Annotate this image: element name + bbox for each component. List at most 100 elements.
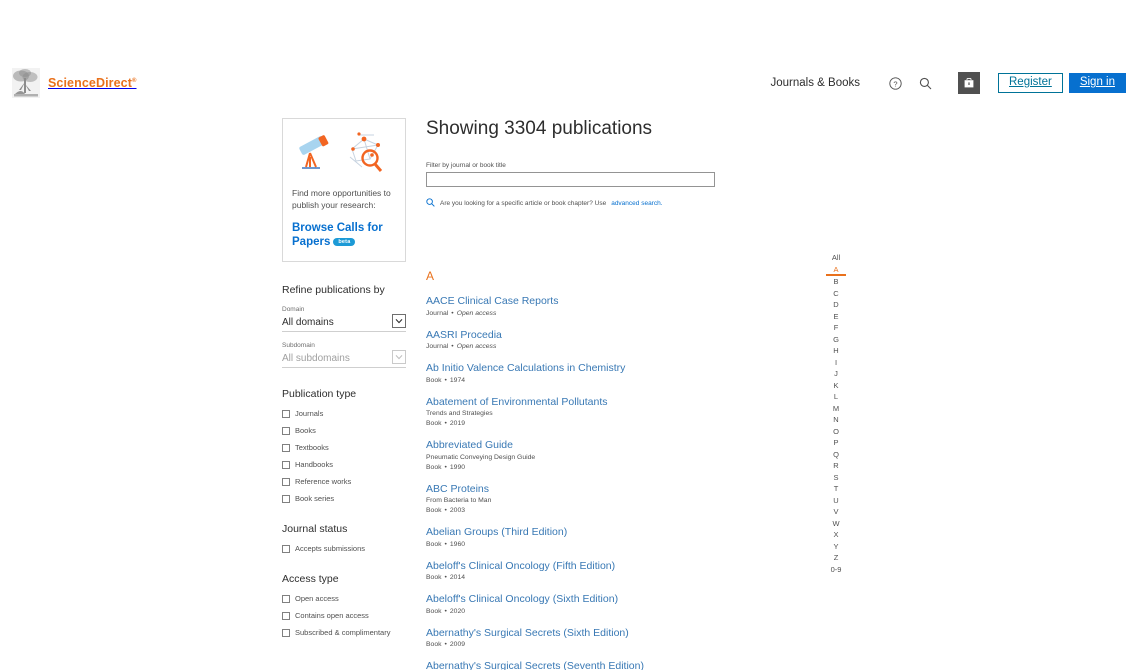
sciencedirect-logo[interactable]: ScienceDirect® [12,68,137,98]
help-circle-icon[interactable]: ? [884,72,906,94]
alpha-index-0-9[interactable]: 0-9 [826,564,846,576]
site-header: ScienceDirect® Journals & Books ? Regist… [0,0,1140,110]
advanced-search-link[interactable]: advanced search. [611,200,662,207]
advanced-search-hint: Are you looking for a specific article o… [426,194,826,212]
checkbox-box[interactable] [282,477,290,486]
alpha-index-b[interactable]: B [826,276,846,288]
checkbox-accepts-submissions[interactable]: Accepts submissions [282,544,406,553]
publication-list: AACE Clinical Case Reports Journal • Open … [426,295,826,670]
alpha-index-e[interactable]: E [826,311,846,323]
publication-meta: Book • 2003 [426,507,466,515]
filter-input[interactable] [426,172,715,187]
refine-publications-heading: Refine publications by [282,284,385,297]
publication-meta: Book • 1990 [426,463,466,471]
checkbox-box[interactable] [282,611,290,620]
checkbox-books[interactable]: Books [282,426,406,435]
publication-title-link[interactable]: ABC Proteins [426,483,826,496]
chevron-down-icon [392,314,406,329]
checkbox-box[interactable] [282,628,290,637]
alpha-index-w[interactable]: W [826,518,846,530]
alpha-index-l[interactable]: L [826,391,846,403]
alpha-index-q[interactable]: Q [826,449,846,461]
alpha-index-n[interactable]: N [826,414,846,426]
sign-in-button[interactable]: Sign in [1068,73,1126,93]
alpha-index-k[interactable]: K [826,380,846,392]
alpha-index-g[interactable]: G [826,334,846,346]
checkbox-label: Textbooks [295,443,329,453]
subdomain-select[interactable]: All subdomains [282,350,406,369]
publication-title-link[interactable]: Abelian Groups (Third Edition) [426,526,826,539]
checkbox-open-access[interactable]: Open access [282,594,406,603]
calls-for-papers-promo-card: Find more opportunities to publish your … [282,118,406,263]
publication-title-link[interactable]: Abernathy's Surgical Secrets (Seventh Ed… [426,660,826,670]
publication-meta: Journal • Open access [426,343,497,351]
checkbox-book-series[interactable]: Book series [282,494,406,503]
alpha-index-f[interactable]: F [826,322,846,334]
alpha-index-o[interactable]: O [826,426,846,438]
checkbox-journals[interactable]: Journals [282,409,406,418]
checkbox-label: Books [295,426,316,436]
checkbox-box[interactable] [282,460,290,469]
list-item: ABC Proteins From Bacteria to Man Book • 2… [426,483,826,514]
domain-select[interactable]: All domains [282,314,406,333]
briefcase-icon[interactable] [958,72,980,94]
checkbox-subscribed-complimentary[interactable]: Subscribed & complimentary [282,628,406,637]
checkbox-box[interactable] [282,409,290,418]
alpha-index-i[interactable]: I [826,357,846,369]
alpha-index-m[interactable]: M [826,403,846,415]
checkbox-label: Open access [295,594,339,604]
alpha-index-v[interactable]: V [826,506,846,518]
beta-badge: beta [333,237,356,247]
list-item: Ab Initio Valence Calculations in Chemis… [426,362,826,384]
subdomain-selected-value: All subdomains [282,353,350,365]
register-button[interactable]: Register [998,73,1063,93]
checkbox-label: Journals [295,409,324,419]
alpha-index-all[interactable]: All [826,252,846,264]
svg-text:?: ? [893,79,897,88]
filter-input-label: Filter by journal or book title [426,162,506,169]
alpha-index-z[interactable]: Z [826,552,846,564]
search-icon[interactable] [914,72,936,94]
publication-title-link[interactable]: Abeloff's Clinical Oncology (Sixth Editi… [426,593,826,606]
checkbox-handbooks[interactable]: Handbooks [282,460,406,469]
checkbox-box[interactable] [282,594,290,603]
nav-journals-and-books[interactable]: Journals & Books [771,77,861,89]
alpha-index-x[interactable]: X [826,529,846,541]
header-actions: Journals & Books ? Register Sign in [771,72,1126,94]
publication-title-link[interactable]: AACE Clinical Case Reports [426,295,826,308]
publication-title-link[interactable]: Abeloff's Clinical Oncology (Fifth Editi… [426,560,826,573]
alpha-index-r[interactable]: R [826,460,846,472]
publication-title-link[interactable]: Ab Initio Valence Calculations in Chemis… [426,362,826,375]
publication-title-link[interactable]: Abatement of Environmental Pollutants [426,396,826,409]
browse-calls-for-papers-link[interactable]: Browse Calls for Papers beta [292,221,396,250]
checkbox-contains-open-access[interactable]: Contains open access [282,611,406,620]
domain-selected-value: All domains [282,317,334,329]
checkbox-box[interactable] [282,443,290,452]
alpha-index-s[interactable]: S [826,472,846,484]
publication-title-link[interactable]: AASRI Procedia [426,329,826,342]
letter-section-heading: A [426,269,435,283]
alpha-index-t[interactable]: T [826,483,846,495]
publication-title-link[interactable]: Abbreviated Guide [426,439,826,452]
alpha-index-p[interactable]: P [826,437,846,449]
alpha-index-h[interactable]: H [826,345,846,357]
alpha-index-c[interactable]: C [826,288,846,300]
list-item: Abeloff's Clinical Oncology (Sixth Editi… [426,593,826,615]
alpha-index-j[interactable]: J [826,368,846,380]
publication-title-link[interactable]: Abernathy's Surgical Secrets (Sixth Edit… [426,627,826,640]
checkbox-box[interactable] [282,544,290,553]
checkbox-box[interactable] [282,494,290,503]
alpha-index-d[interactable]: D [826,299,846,311]
alpha-index-y[interactable]: Y [826,541,846,553]
checkbox-box[interactable] [282,426,290,435]
telescope-and-magnifier-illustration [292,129,396,177]
checkbox-label: Handbooks [295,460,333,470]
advanced-search-text: Are you looking for a specific article o… [440,199,607,207]
checkbox-label: Subscribed & complimentary [295,628,391,638]
checkbox-reference-works[interactable]: Reference works [282,477,406,486]
alpha-index-a[interactable]: A [826,264,846,276]
list-item: Abernathy's Surgical Secrets (Sixth Edit… [426,627,826,649]
checkbox-label: Accepts submissions [295,544,366,554]
alpha-index-u[interactable]: U [826,495,846,507]
checkbox-textbooks[interactable]: Textbooks [282,443,406,452]
